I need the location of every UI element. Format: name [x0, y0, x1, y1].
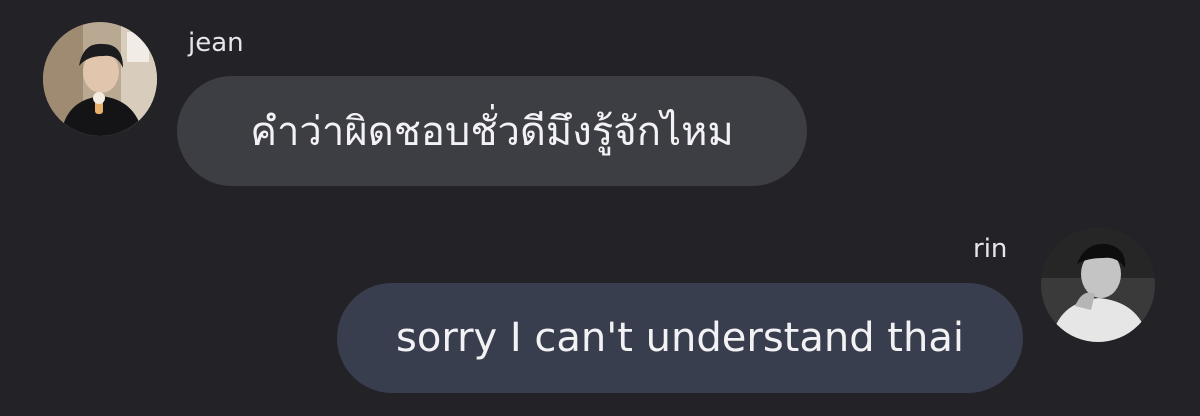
avatar-photo-icon [43, 22, 157, 136]
message-bubble-sent[interactable]: sorry I can't understand thai [337, 283, 1023, 393]
sender-name: jean [188, 28, 244, 58]
avatar-photo-icon [1041, 228, 1155, 342]
message-text: sorry I can't understand thai [396, 315, 964, 361]
message-bubble-received[interactable]: คำว่าผิดชอบชั่วดีมึงรู้จักไหม [177, 76, 807, 186]
avatar-rin[interactable] [1041, 228, 1155, 342]
avatar-jean[interactable] [43, 22, 157, 136]
sender-name: rin [973, 234, 1008, 264]
message-text: คำว่าผิดชอบชั่วดีมึงรู้จักไหม [250, 109, 734, 155]
